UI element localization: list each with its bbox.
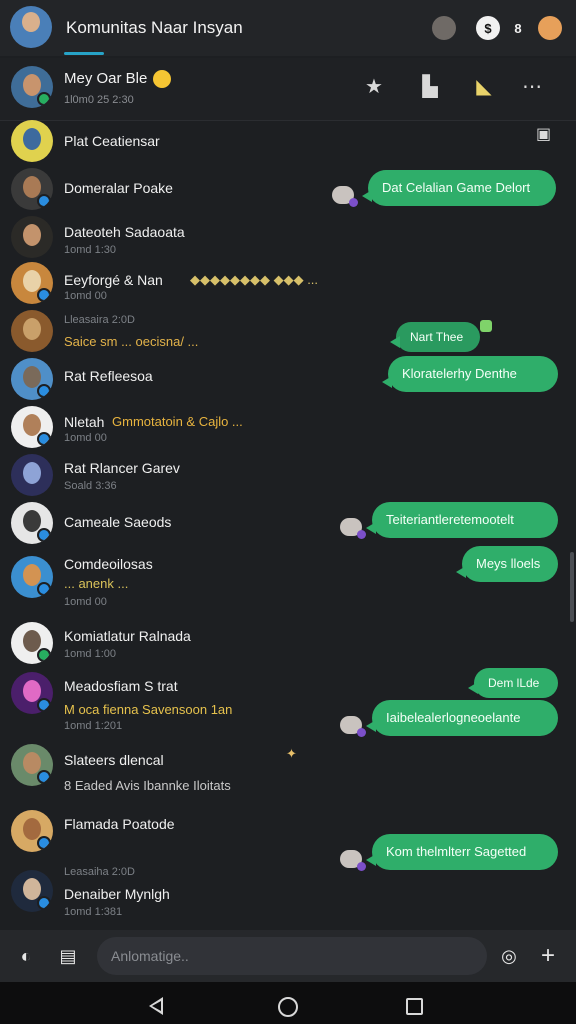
star-icon[interactable]: ★ xyxy=(360,74,388,99)
active-tab-indicator xyxy=(64,52,104,55)
list-item[interactable]: Dateoteh Sadaoata 1omd 1:30 xyxy=(0,214,576,262)
message-preview: Saice sm ... oecisna/ ... xyxy=(64,334,199,349)
thumb-icon[interactable]: ▙ xyxy=(416,74,444,99)
list-item[interactable]: Lleasaira 2:0D Saice sm ... oecisna/ ...… xyxy=(0,308,576,356)
sender-name: Meadosfiam S trat xyxy=(64,678,178,694)
list-item[interactable]: Nletah Gmmotatoin & Cajlo ... 1omd 00 xyxy=(0,404,576,452)
user-avatar-icon[interactable] xyxy=(432,16,456,40)
message-bubble[interactable]: Kom thelmlterr Sagetted xyxy=(366,834,558,870)
list-item[interactable]: Slateers dlencal 8 Eaded Avis Ibannke Il… xyxy=(0,744,576,800)
message-preview: ... anenk ... xyxy=(64,576,129,591)
list-item[interactable]: Eeyforgé & Nan ◆◆◆◆◆◆◆◆ ◆◆◆ ... 1omd 00 xyxy=(0,262,576,310)
sender-name: Comdeoilosas xyxy=(64,556,153,572)
avatar xyxy=(11,454,53,496)
message-time: 1omd 1:381 xyxy=(64,906,123,918)
message-preview: M oca fienna Savensoon 1an xyxy=(64,702,233,717)
message-bubble[interactable]: Dat Celalian Game Delort xyxy=(362,170,556,206)
currency-icon[interactable]: $ xyxy=(476,16,500,40)
eight-ball-icon[interactable]: 8 xyxy=(506,16,530,40)
avatar xyxy=(11,262,53,304)
check-icon xyxy=(480,320,492,332)
list-item[interactable]: Comdeoilosas ... anenk ... 1omd 00 Meys … xyxy=(0,546,576,608)
community-avatar[interactable] xyxy=(10,6,52,48)
sender-name: Rat Rlancer Garev xyxy=(64,460,180,476)
emoji-icon[interactable]: ◐ xyxy=(14,944,38,968)
list-item[interactable]: Rat Rlancer Garev Soald 3:36 xyxy=(0,452,576,500)
reaction-icon[interactable] xyxy=(340,518,366,539)
message-bubble[interactable]: Meys lloels xyxy=(456,546,558,582)
sender-name: Flamada Poatode xyxy=(64,816,175,832)
message-bubble[interactable]: Nart Thee xyxy=(390,322,480,352)
message-time: 1omd 00 xyxy=(64,432,107,444)
reaction-icon[interactable] xyxy=(340,716,366,737)
avatar xyxy=(11,120,53,162)
message-time: 1omd 00 xyxy=(64,596,107,608)
profile-icon[interactable] xyxy=(538,16,562,40)
chat-timestamp: 1l0m0 25 2:30 xyxy=(64,94,134,106)
message-preview: 8 Eaded Avis Ibannke Iloitats xyxy=(64,778,231,793)
avatar xyxy=(11,672,53,714)
message-input[interactable]: Anlomatige.. xyxy=(97,937,487,975)
sender-name: Dateoteh Sadaoata xyxy=(64,224,185,240)
home-icon[interactable] xyxy=(278,997,298,1017)
avatar[interactable] xyxy=(11,66,53,108)
avatar xyxy=(11,502,53,544)
message-time: 1omd 1:30 xyxy=(64,244,116,256)
avatar xyxy=(11,406,53,448)
message-time: 1omd 1:00 xyxy=(64,648,116,660)
back-icon[interactable] xyxy=(149,997,163,1015)
scrollbar[interactable] xyxy=(570,552,574,622)
sender-name: Rat Refleesoa xyxy=(64,368,153,384)
sender-name: Slateers dlencal xyxy=(64,752,164,768)
message-bubble[interactable]: Iaibelealerlogneoelante xyxy=(366,700,558,736)
message-time: Soald 3:36 xyxy=(64,480,117,492)
avatar xyxy=(11,622,53,664)
app-header: Komunitas Naar Insyan $ 8 xyxy=(0,0,576,56)
sparkle-icon: ✦ xyxy=(286,746,297,761)
list-item[interactable]: Rat Refleesoa Kloratelerhy Denthe xyxy=(0,356,576,404)
message-preview: Gmmotatoin & Cajlo ... xyxy=(112,414,243,429)
sender-name: Leasaiha 2:0D xyxy=(64,866,135,878)
avatar xyxy=(11,168,53,210)
voice-icon[interactable]: ◎ xyxy=(497,944,521,968)
chat-name: Mey Oar Ble xyxy=(64,70,172,89)
more-options-icon[interactable]: ⋯ xyxy=(518,74,546,99)
sender-name: Domeralar Poake xyxy=(64,180,173,196)
list-item[interactable]: Kom thelmlterr Sagetted Leasaiha 2:0D De… xyxy=(0,834,576,924)
recents-icon[interactable] xyxy=(406,998,423,1015)
emoji-strip: ◆◆◆◆◆◆◆◆ ◆◆◆ ... xyxy=(190,272,319,287)
sender-name: Nletah xyxy=(64,414,105,430)
reaction-icon[interactable] xyxy=(340,850,366,871)
attach-icon[interactable]: ▤ xyxy=(56,944,80,968)
sender-name: Cameale Saeods xyxy=(64,514,172,530)
add-icon[interactable]: + xyxy=(536,942,560,969)
list-item[interactable]: Meadosfiam S trat M oca fienna Savensoon… xyxy=(0,668,576,737)
sender-name: Lleasaira 2:0D xyxy=(64,314,135,326)
community-title[interactable]: Komunitas Naar Insyan xyxy=(66,18,243,38)
list-item[interactable]: Plat Ceatiensar ▣ xyxy=(0,120,576,168)
avatar xyxy=(11,870,53,912)
message-bubble[interactable]: Teiteriantleretemootelt xyxy=(366,502,558,538)
sender-name: Plat Ceatiensar xyxy=(64,133,160,149)
message-bubble[interactable]: Dem lLde xyxy=(468,668,558,698)
sender-name: Komiatlatur Ralnada xyxy=(64,628,191,644)
sender-name: Eeyforgé & Nan xyxy=(64,272,163,288)
pin-icon[interactable]: ◣ xyxy=(470,74,498,99)
message-time: 1omd 1:201 xyxy=(64,720,123,732)
avatar xyxy=(11,358,53,400)
list-item[interactable]: Domeralar Poake Dat Celalian Game Delort xyxy=(0,168,576,216)
reaction-icon[interactable] xyxy=(332,186,358,207)
avatar xyxy=(11,744,53,786)
message-bubble[interactable]: Kloratelerhy Denthe xyxy=(382,356,558,392)
list-item[interactable]: Cameale Saeods Teiteriantleretemootelt xyxy=(0,500,576,548)
smile-emoji-icon xyxy=(153,70,172,89)
gallery-icon[interactable]: ▣ xyxy=(536,124,551,144)
avatar xyxy=(11,310,53,352)
message-preview: Denaiber Mynlgh xyxy=(64,886,170,902)
avatar xyxy=(11,216,53,258)
list-item[interactable]: Komiatlatur Ralnada 1omd 1:00 xyxy=(0,620,576,668)
message-time: 1omd 00 xyxy=(64,290,107,302)
avatar xyxy=(11,556,53,598)
